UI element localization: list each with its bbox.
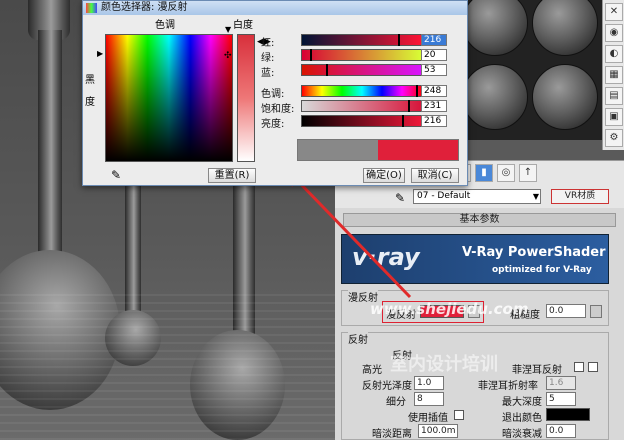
subdiv-label: 细分: [386, 397, 406, 408]
gloss-label: 反射光泽度: [362, 381, 412, 392]
hue-header: 色调: [155, 20, 175, 31]
color-preview: [297, 139, 459, 161]
chevron-down-icon[interactable]: ▼: [533, 190, 539, 203]
roughness-field[interactable]: 0.0: [546, 304, 586, 318]
red-label: 红:: [261, 38, 275, 49]
cancel-button[interactable]: 取消(C): [411, 168, 459, 183]
degree-label: 度: [85, 97, 95, 108]
banner-subtitle: optimized for V-Ray: [492, 265, 592, 275]
dim-dist-field[interactable]: 100.0m: [418, 424, 458, 438]
material-type-button[interactable]: VR材质: [551, 189, 609, 204]
dim-falloff-field[interactable]: 0.0: [546, 424, 576, 438]
side-toolbar: ✕ ◉ ◐ ▦ ▤ ▣ ⚙: [602, 0, 624, 150]
dim-dist-label: 暗淡距离: [372, 429, 412, 440]
sample-type-icon[interactable]: ◉: [605, 24, 623, 42]
dim-falloff-label: 暗淡衰减: [502, 429, 542, 440]
new-color-swatch: [378, 140, 458, 160]
show-map-icon[interactable]: ▮: [475, 164, 493, 182]
material-slot[interactable]: [462, 0, 528, 56]
background-icon[interactable]: ▦: [605, 66, 623, 84]
old-color-swatch: [298, 140, 378, 160]
black-label: 黑: [85, 75, 95, 86]
green-label: 绿:: [261, 53, 275, 64]
material-tools-row: ⊞ ▮ ◎ ↑: [453, 164, 603, 183]
blue-slider[interactable]: [301, 64, 423, 76]
interp-checkbox[interactable]: [454, 410, 464, 420]
material-slot[interactable]: [532, 0, 598, 56]
vase-1-neck: [38, 30, 62, 280]
green-slider[interactable]: [301, 49, 423, 61]
reflect-group: 反射 反射 高光 菲涅耳反射 反射光泽度 1.0 菲涅耳折射率 1.6 细分 8…: [341, 331, 609, 440]
blue-label: 蓝:: [261, 68, 275, 79]
watermark-text: 室内设计培训: [390, 354, 498, 375]
red-field[interactable]: 216: [421, 34, 447, 46]
whiteness-bar[interactable]: [237, 34, 255, 162]
hue-whiteness-field[interactable]: ✣: [105, 34, 233, 162]
material-slot[interactable]: [532, 64, 598, 130]
dialog-titlebar[interactable]: 颜色选择器: 漫反射: [83, 1, 467, 15]
roughness-map-button[interactable]: [590, 305, 602, 318]
uv-tiling-icon[interactable]: ▤: [605, 87, 623, 105]
interp-label: 使用插值: [408, 413, 448, 424]
material-name-field[interactable]: 07 - Default ▼: [413, 189, 541, 204]
hue-pointer-icon: ▶: [97, 49, 104, 58]
hue-slider[interactable]: [301, 85, 423, 97]
dialog-title: 颜色选择器: 漫反射: [101, 2, 188, 13]
show-result-icon[interactable]: ◎: [497, 164, 515, 182]
fresnel-label: 菲涅耳反射: [512, 365, 562, 376]
white-header: 白度: [233, 20, 253, 31]
reflect-group-title: 反射: [348, 331, 368, 346]
ok-button[interactable]: 确定(O): [363, 168, 405, 183]
white-pointer-icon: ▼: [225, 25, 232, 34]
hue-slider-thumb[interactable]: [416, 85, 418, 97]
saturation-slider-thumb[interactable]: [408, 100, 410, 112]
red-slider[interactable]: [301, 34, 423, 46]
exit-color-swatch[interactable]: [546, 408, 590, 421]
blue-slider-thumb[interactable]: [326, 64, 328, 76]
crosshair-icon: ✣: [224, 51, 232, 61]
close-icon[interactable]: ✕: [605, 3, 623, 21]
hue-field[interactable]: 248: [421, 85, 447, 97]
video-check-icon[interactable]: ▣: [605, 108, 623, 126]
maxdepth-field[interactable]: 5: [546, 392, 576, 406]
material-slot[interactable]: [462, 64, 528, 130]
eyedropper-icon[interactable]: ✎: [111, 168, 121, 182]
brightness-label: 亮度:: [261, 119, 285, 130]
brightness-slider[interactable]: [301, 115, 423, 127]
fresnel-ior-label: 菲涅耳折射率: [478, 381, 538, 392]
gloss-field[interactable]: 1.0: [414, 376, 444, 390]
brightness-slider-thumb[interactable]: [402, 115, 404, 127]
maxdepth-label: 最大深度: [502, 397, 542, 408]
floor-texture: [0, 290, 340, 440]
color-picker-dialog: 颜色选择器: 漫反射 色调 白度 ▼ ▶ 黑 度 ✣ ◀▶ 红: 216 绿: …: [82, 0, 468, 186]
fresnel-checkbox[interactable]: [574, 362, 584, 372]
fresnel-ior-field[interactable]: 1.6: [546, 376, 576, 390]
brightness-field[interactable]: 216: [421, 115, 447, 127]
green-field[interactable]: 20: [421, 49, 447, 61]
saturation-label: 饱和度:: [261, 104, 295, 115]
green-slider-thumb[interactable]: [310, 49, 312, 61]
blue-field[interactable]: 53: [421, 64, 447, 76]
red-slider-thumb[interactable]: [398, 34, 400, 46]
subdiv-field[interactable]: 8: [414, 392, 444, 406]
backlight-icon[interactable]: ◐: [605, 45, 623, 63]
saturation-slider[interactable]: [301, 100, 423, 112]
banner-title: V-Ray PowerShader: [462, 245, 606, 260]
material-slots[interactable]: [460, 0, 602, 140]
exit-color-label: 退出颜色: [502, 413, 542, 424]
reset-button[interactable]: 重置(R): [208, 168, 256, 183]
fresnel-lock-checkbox[interactable]: [588, 362, 598, 372]
saturation-field[interactable]: 231: [421, 100, 447, 112]
annotation-arrow: [286, 169, 412, 299]
highlight-label: 高光: [362, 365, 382, 376]
arrow-shaft: [292, 175, 412, 299]
go-parent-icon[interactable]: ↑: [519, 164, 537, 182]
hue-label: 色调:: [261, 89, 285, 100]
options-icon[interactable]: ⚙: [605, 129, 623, 147]
app-icon: [86, 3, 97, 13]
